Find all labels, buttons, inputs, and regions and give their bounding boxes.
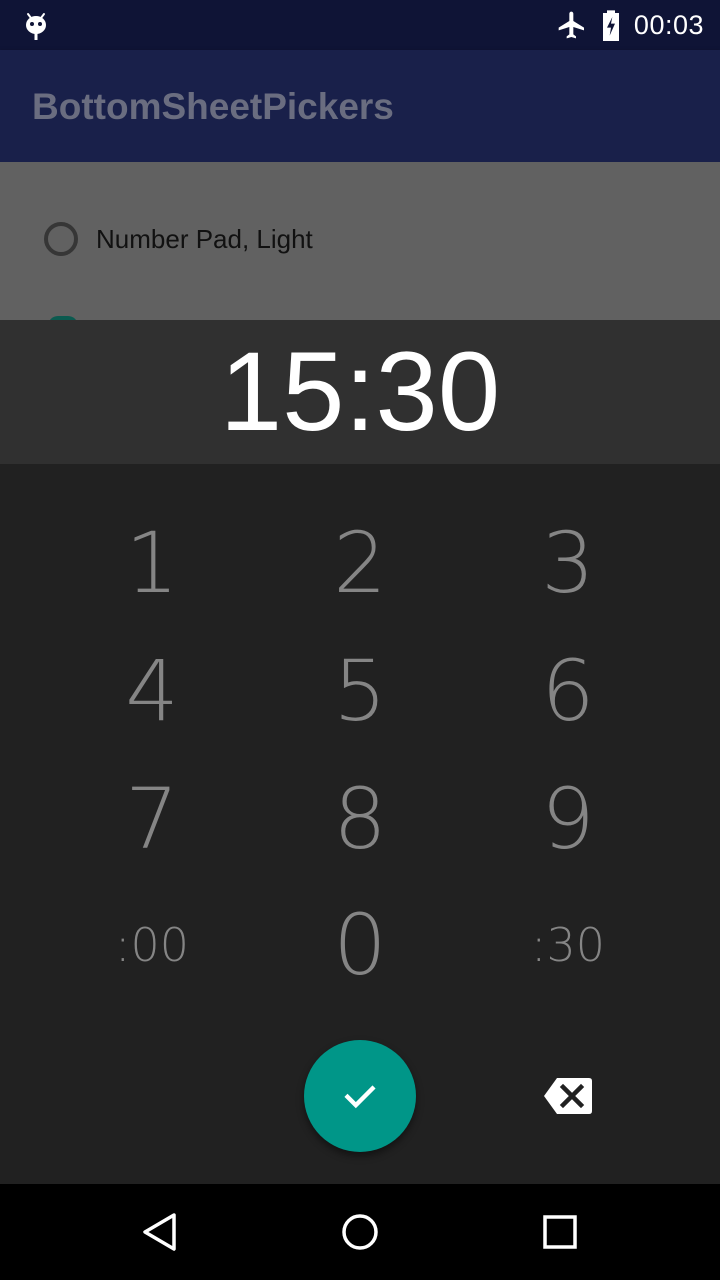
backspace-button[interactable]	[528, 1060, 608, 1132]
backspace-icon	[544, 1078, 592, 1114]
key-6[interactable]: 6	[468, 636, 668, 746]
recents-button[interactable]	[536, 1208, 584, 1256]
android-debug-icon	[26, 13, 46, 40]
key-2[interactable]: 2	[260, 508, 460, 618]
key-3[interactable]: 3	[468, 508, 668, 618]
number-pad: 1 2 3 4 5 6 7 8 9 :00 0 :30	[0, 464, 720, 1184]
time-display: 15:30	[219, 329, 501, 454]
home-button[interactable]	[336, 1208, 384, 1256]
key-9[interactable]: 9	[468, 764, 668, 874]
home-icon	[342, 1214, 378, 1250]
back-icon	[143, 1213, 176, 1251]
key-7[interactable]: 7	[52, 764, 252, 874]
recents-icon	[543, 1215, 577, 1249]
key-5[interactable]: 5	[260, 636, 460, 746]
confirm-button[interactable]	[304, 1040, 416, 1152]
status-icons: 00:03	[556, 0, 704, 50]
airplane-mode-icon	[558, 11, 584, 39]
status-time: 00:03	[633, 9, 704, 40]
time-display-header: 15:30	[0, 320, 720, 464]
check-icon	[344, 1085, 376, 1109]
app-bar: BottomSheetPickers	[0, 50, 720, 162]
options-list: Number Pad, Light	[0, 162, 720, 326]
key-1[interactable]: 1	[52, 508, 252, 618]
key-00-minutes[interactable]: :00	[52, 890, 252, 1000]
navigation-bar	[0, 1184, 720, 1280]
key-0[interactable]: 0	[260, 890, 460, 1000]
back-button[interactable]	[136, 1208, 184, 1256]
key-30-minutes[interactable]: :30	[468, 890, 668, 1000]
key-4[interactable]: 4	[52, 636, 252, 746]
radio-option-number-pad-light[interactable]: Number Pad, Light	[44, 222, 313, 256]
app-title: BottomSheetPickers	[32, 86, 394, 127]
radio-label: Number Pad, Light	[96, 223, 313, 254]
radio-button[interactable]	[44, 222, 78, 256]
battery-charging-icon	[602, 10, 619, 41]
status-bar: 00:03	[0, 0, 720, 50]
key-8[interactable]: 8	[260, 764, 460, 874]
